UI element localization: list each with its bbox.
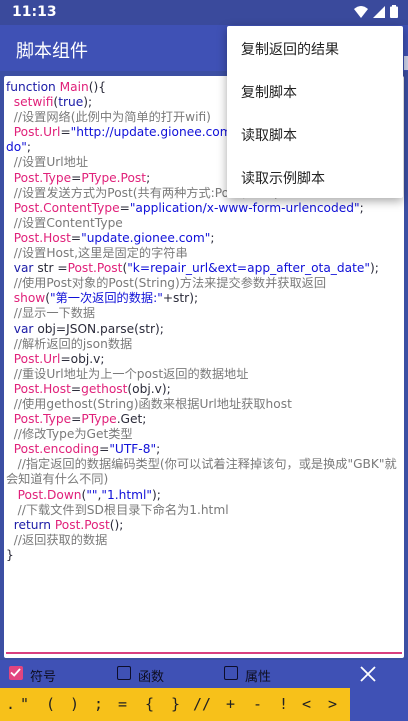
menu-item-read-script[interactable]: 读取脚本 bbox=[241, 125, 297, 145]
check-icon bbox=[10, 668, 21, 677]
battery-icon bbox=[390, 5, 398, 18]
property-checkbox[interactable] bbox=[224, 666, 238, 680]
keys-row-end bbox=[350, 688, 408, 721]
page-title: 脚本组件 bbox=[16, 41, 88, 62]
key-plus[interactable]: + bbox=[226, 695, 235, 713]
symbol-keys-row: . " ( ) ; = { } // + - ! < > bbox=[0, 688, 350, 721]
key-minus[interactable]: - bbox=[253, 695, 262, 713]
symbol-tab-bar: 符号 函数 属性 bbox=[0, 660, 408, 688]
overflow-menu-edge bbox=[404, 56, 408, 70]
close-icon[interactable] bbox=[358, 664, 378, 684]
key-greater-than[interactable]: > bbox=[328, 695, 337, 713]
wifi-icon bbox=[354, 5, 368, 18]
status-bar: 11:13 bbox=[0, 0, 408, 25]
key-close-brace[interactable]: } bbox=[171, 695, 180, 713]
editor-underline bbox=[6, 652, 402, 654]
tab-symbols[interactable]: 符号 bbox=[30, 666, 56, 685]
tab-functions[interactable]: 函数 bbox=[138, 666, 164, 685]
key-close-paren[interactable]: ) bbox=[70, 695, 79, 713]
symbol-checkbox[interactable] bbox=[9, 666, 23, 680]
key-equals[interactable]: = bbox=[118, 695, 127, 713]
menu-item-copy-result[interactable]: 复制返回的结果 bbox=[241, 39, 339, 59]
key-quote[interactable]: " bbox=[20, 695, 29, 713]
status-time: 11:13 bbox=[12, 4, 57, 20]
overflow-menu: 复制返回的结果 复制脚本 读取脚本 读取示例脚本 bbox=[227, 26, 403, 198]
key-semicolon[interactable]: ; bbox=[94, 695, 103, 713]
key-bang[interactable]: ! bbox=[279, 695, 288, 713]
key-less-than[interactable]: < bbox=[302, 695, 311, 713]
tab-properties[interactable]: 属性 bbox=[245, 666, 271, 685]
key-open-paren[interactable]: ( bbox=[46, 695, 55, 713]
key-period[interactable]: . bbox=[6, 695, 15, 713]
function-checkbox[interactable] bbox=[117, 666, 131, 680]
signal-icon bbox=[373, 5, 385, 18]
key-comment[interactable]: // bbox=[193, 695, 211, 713]
key-open-brace[interactable]: { bbox=[145, 695, 154, 713]
status-icons bbox=[354, 5, 398, 18]
menu-item-copy-script[interactable]: 复制脚本 bbox=[241, 82, 297, 102]
menu-item-read-sample-script[interactable]: 读取示例脚本 bbox=[241, 168, 325, 188]
